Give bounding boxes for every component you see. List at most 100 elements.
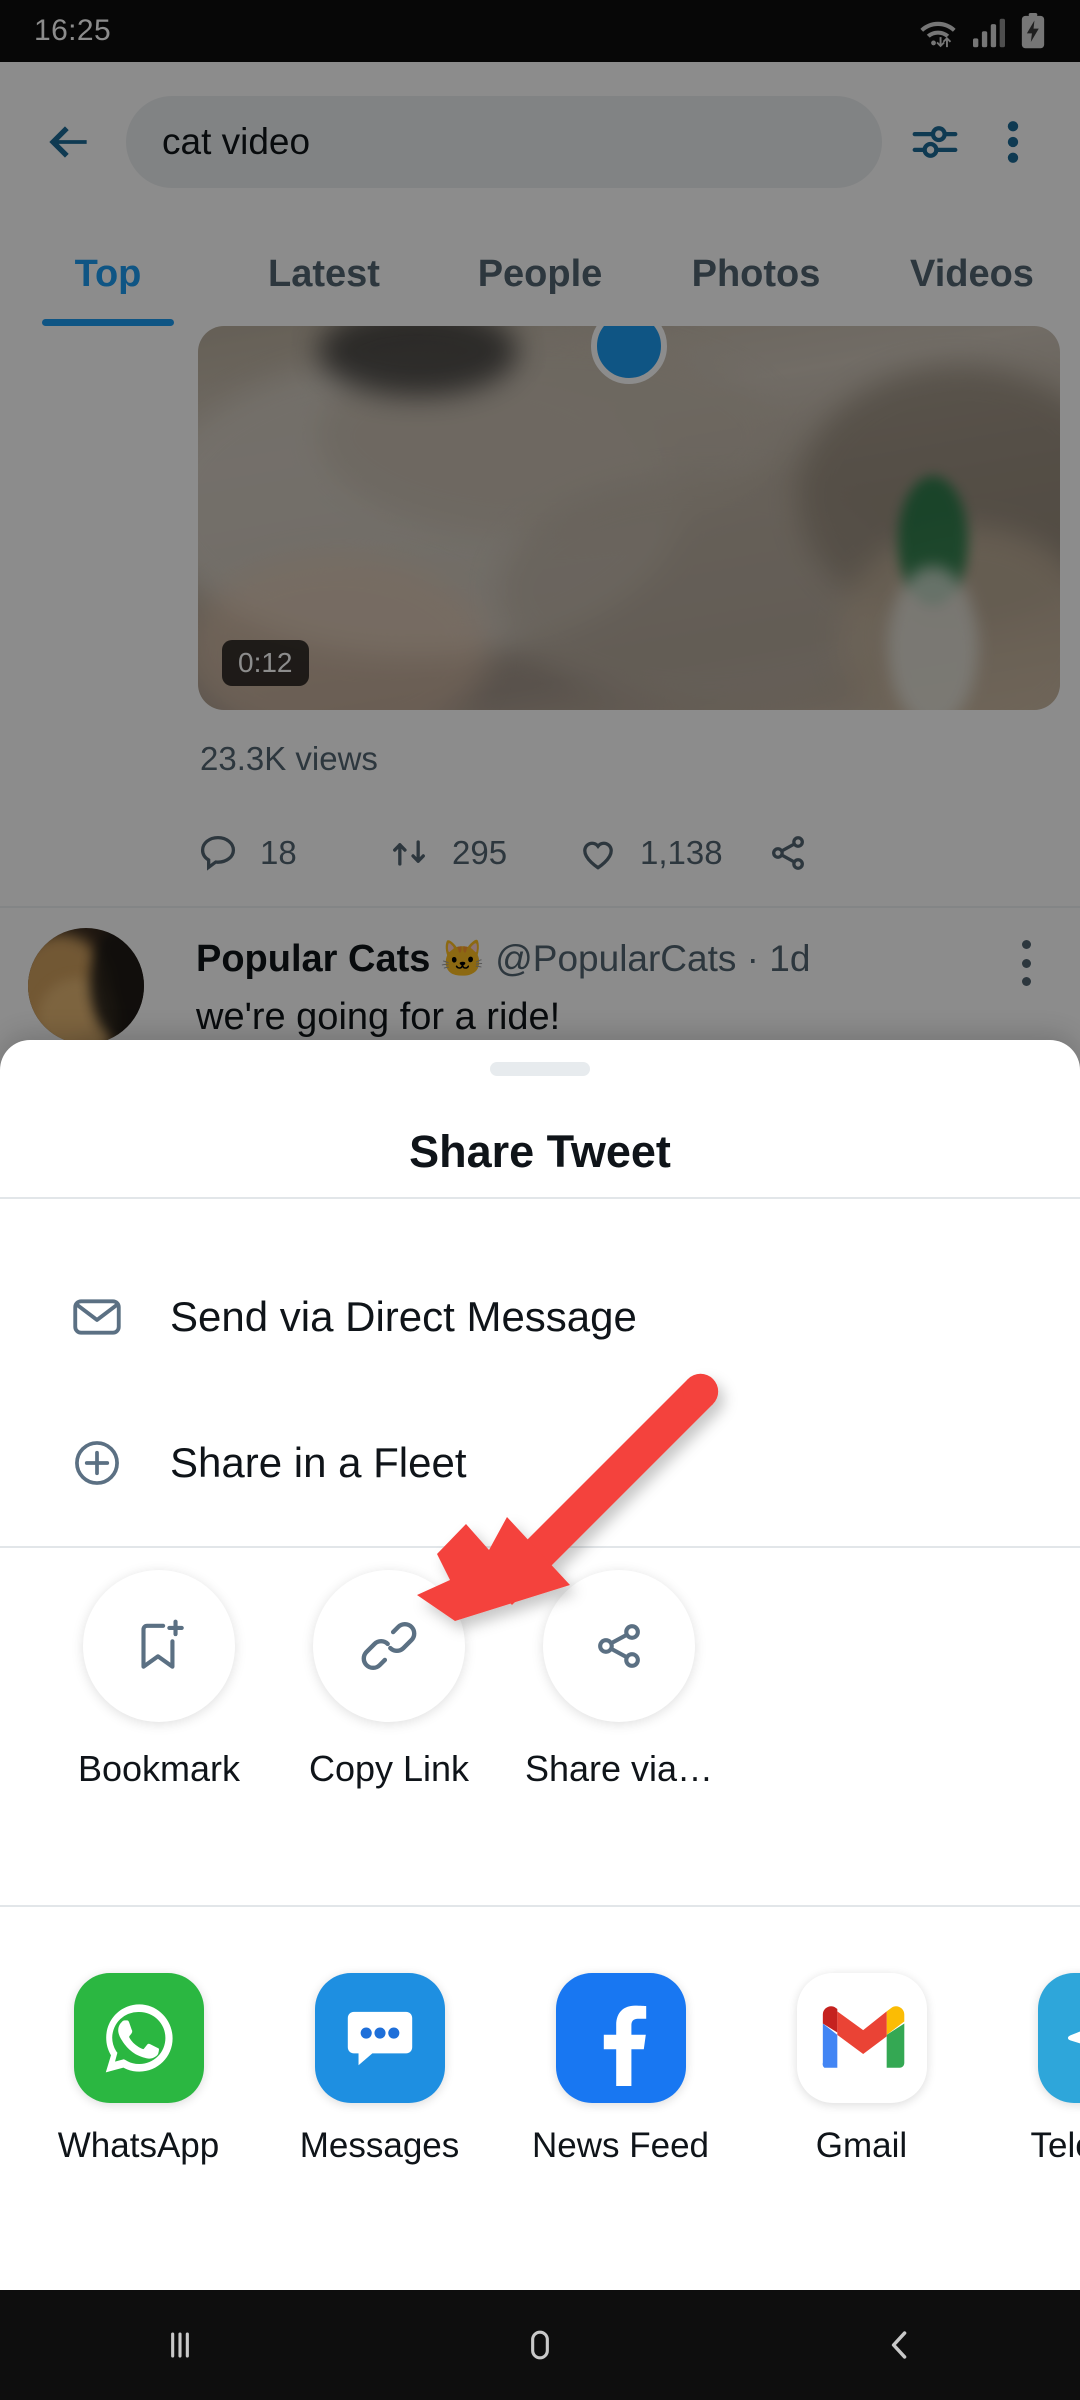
facebook-icon (556, 1973, 686, 2103)
tab-label: Latest (268, 253, 380, 296)
share-target-messages[interactable]: Messages (259, 1935, 500, 2265)
tab-latest[interactable]: Latest (216, 222, 432, 326)
status-time: 16:25 (34, 14, 111, 48)
share-via-button[interactable] (543, 1570, 695, 1722)
back-button[interactable] (28, 102, 108, 182)
share-target-label: Messages (300, 2125, 460, 2166)
status-bar: 16:25 (0, 0, 1080, 62)
back-arrow-icon (40, 114, 96, 170)
tab-active-indicator (42, 319, 174, 326)
search-settings-button[interactable] (896, 103, 974, 181)
messages-icon (315, 1973, 445, 2103)
divider (0, 1546, 1080, 1548)
avatar-image (28, 928, 144, 1044)
android-nav-bar (0, 2290, 1080, 2400)
avatar[interactable] (28, 928, 144, 1044)
share-target-whatsapp[interactable]: WhatsApp (18, 1935, 259, 2265)
reply-icon (196, 831, 240, 875)
quick-action-row: Bookmark Copy Link Share (44, 1570, 734, 1790)
search-settings-icon (908, 115, 962, 169)
tweet-action-row: 18 295 1,138 (196, 818, 956, 888)
send-via-dm-label: Send via Direct Message (170, 1293, 637, 1341)
divider (0, 1197, 1080, 1199)
video-duration-label: 0:12 (222, 640, 309, 686)
send-via-dm-row[interactable]: Send via Direct Message (0, 1242, 1080, 1392)
bookmark-plus-icon (128, 1615, 190, 1677)
overflow-menu-button[interactable] (974, 103, 1052, 181)
home-button[interactable] (465, 2290, 615, 2400)
app-target-row: WhatsApp Messages News Feed (0, 1935, 1080, 2265)
home-icon (518, 2323, 562, 2367)
search-tab-bar: Top Latest People Photos Videos (0, 222, 1080, 326)
share-target-label: News Feed (532, 2125, 709, 2166)
like-count: 1,138 (640, 834, 723, 872)
retweet-count: 295 (452, 834, 507, 872)
overflow-menu-icon (1022, 940, 1031, 949)
retweet-action[interactable]: 295 (386, 831, 576, 875)
tab-videos[interactable]: Videos (864, 222, 1080, 326)
share-target-label: WhatsApp (58, 2125, 219, 2166)
tab-top[interactable]: Top (0, 222, 216, 326)
share-via-action[interactable]: Share via… (504, 1570, 734, 1790)
share-target-telegram[interactable]: Telegram (982, 1935, 1080, 2265)
bookmark-action[interactable]: Bookmark (44, 1570, 274, 1790)
reply-action[interactable]: 18 (196, 831, 386, 875)
link-icon (358, 1615, 420, 1677)
overflow-menu-icon (1022, 959, 1031, 968)
status-bar-icons (918, 13, 1046, 49)
share-target-news-feed[interactable]: News Feed (500, 1935, 741, 2265)
back-button-nav[interactable] (825, 2290, 975, 2400)
share-action[interactable] (766, 831, 956, 875)
divider (0, 1905, 1080, 1907)
like-action[interactable]: 1,138 (576, 831, 766, 875)
share-icon (766, 831, 810, 875)
reply-count: 18 (260, 834, 297, 872)
signal-icon (970, 17, 1008, 49)
back-icon (878, 2323, 922, 2367)
copy-link-button[interactable] (313, 1570, 465, 1722)
share-in-fleet-row[interactable]: Share in a Fleet (0, 1388, 1080, 1538)
share-target-label: Gmail (816, 2125, 907, 2166)
overflow-menu-icon (1022, 977, 1031, 986)
search-header: cat video (0, 62, 1080, 222)
like-icon (576, 831, 620, 875)
battery-charging-icon (1020, 13, 1046, 49)
tweet-text: we're going for a ride! (196, 996, 560, 1039)
share-tweet-sheet: Share Tweet Send via Direct Message Shar… (0, 1040, 1080, 2290)
views-count: 23.3K views (200, 740, 378, 778)
tweet-overflow-button[interactable] (1006, 940, 1046, 986)
author-name: Popular Cats (196, 938, 430, 981)
telegram-icon (1038, 1973, 1080, 2103)
share-in-fleet-label: Share in a Fleet (170, 1439, 467, 1487)
envelope-icon (66, 1288, 128, 1346)
bookmark-label: Bookmark (78, 1748, 240, 1790)
wifi-icon (918, 17, 958, 49)
tab-people[interactable]: People (432, 222, 648, 326)
sheet-title: Share Tweet (0, 1126, 1080, 1178)
search-input-value: cat video (162, 121, 310, 163)
drag-handle[interactable] (490, 1062, 590, 1076)
tab-photos[interactable]: Photos (648, 222, 864, 326)
bookmark-button[interactable] (83, 1570, 235, 1722)
plus-circle-icon (66, 1435, 128, 1491)
share-via-label: Share via… (525, 1748, 713, 1790)
share-target-gmail[interactable]: Gmail (741, 1935, 982, 2265)
tweet-video-thumbnail[interactable]: 0:12 (198, 326, 1060, 710)
recents-icon (158, 2323, 202, 2367)
tweet-author-row[interactable]: Popular Cats 🐱 @PopularCats · 1d (196, 938, 810, 981)
overflow-menu-icon (993, 115, 1033, 169)
copy-link-action[interactable]: Copy Link (274, 1570, 504, 1790)
tab-label: Photos (692, 253, 821, 296)
search-input[interactable]: cat video (126, 96, 882, 188)
author-handle: @PopularCats · 1d (495, 938, 810, 980)
recents-button[interactable] (105, 2290, 255, 2400)
copy-link-label: Copy Link (309, 1748, 469, 1790)
cat-emoji-icon: 🐱 (440, 938, 485, 980)
tweet-separator (0, 906, 1080, 908)
whatsapp-icon (74, 1973, 204, 2103)
tab-label: Videos (910, 253, 1034, 296)
share-target-label: Telegram (1031, 2125, 1080, 2166)
tab-label: Top (75, 253, 142, 296)
share-nodes-icon (590, 1617, 648, 1675)
gmail-icon (797, 1973, 927, 2103)
